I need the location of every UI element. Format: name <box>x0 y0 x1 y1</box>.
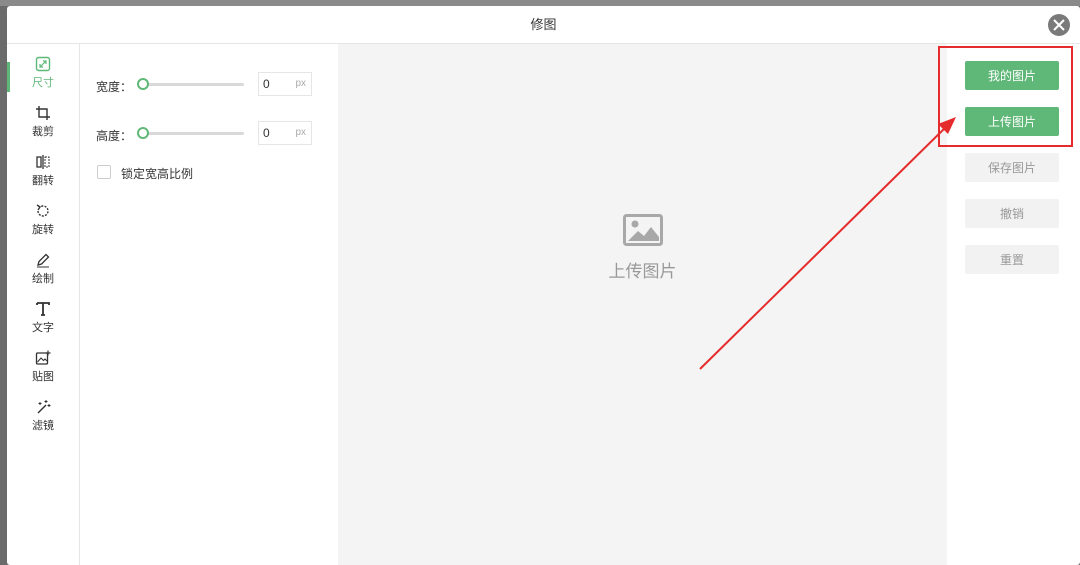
tool-label: 文字 <box>32 322 54 334</box>
tool-label: 滤镜 <box>32 420 54 432</box>
save-image-button[interactable]: 保存图片 <box>965 153 1059 182</box>
photo-edit-dialog: 修图 尺寸 裁剪 翻转 旋转 绘制 文字 贴图 滤镜 宽度： 0 px 高度： … <box>7 6 1080 565</box>
sticker-icon <box>35 350 51 365</box>
tool-filter[interactable]: 滤镜 <box>7 399 79 443</box>
tool-label: 翻转 <box>32 175 54 187</box>
tool-text[interactable]: 文字 <box>7 301 79 345</box>
height-label: 高度： <box>96 129 133 143</box>
dialog-titlebar: 修图 <box>7 6 1080 44</box>
image-canvas: 上传图片 <box>338 44 947 565</box>
tool-rotate[interactable]: 旋转 <box>7 203 79 247</box>
reset-button[interactable]: 重置 <box>965 245 1059 274</box>
lock-ratio-label: 锁定宽高比例 <box>121 167 194 181</box>
action-panel: 我的图片 上传图片 保存图片 撤销 重置 <box>948 44 1080 565</box>
filter-icon <box>37 400 51 414</box>
tool-crop[interactable]: 裁剪 <box>7 105 79 149</box>
width-label: 宽度： <box>96 80 133 94</box>
height-unit: px <box>295 127 306 138</box>
dialog-title: 修图 <box>530 17 557 32</box>
width-slider-track[interactable] <box>142 83 244 86</box>
close-dialog-button[interactable] <box>1048 14 1070 36</box>
resize-icon <box>35 56 51 72</box>
undo-button[interactable]: 撤销 <box>965 199 1059 228</box>
tool-label: 尺寸 <box>32 77 54 89</box>
tool-draw[interactable]: 绘制 <box>7 252 79 296</box>
width-input[interactable] <box>263 76 291 92</box>
height-field: px <box>258 121 312 145</box>
upload-placeholder-label: 上传图片 <box>608 262 677 281</box>
crop-icon <box>36 106 50 120</box>
tool-flip[interactable]: 翻转 <box>7 154 79 198</box>
width-slider-handle[interactable] <box>137 78 149 90</box>
tool-resize[interactable]: 尺寸 <box>7 56 79 100</box>
close-icon <box>1053 19 1065 31</box>
flip-icon <box>36 155 50 169</box>
lock-ratio-checkbox[interactable] <box>97 165 111 179</box>
height-slider-handle[interactable] <box>137 127 149 139</box>
width-unit: px <box>295 78 306 89</box>
image-icon <box>622 214 663 246</box>
upload-placeholder[interactable]: 上传图片 <box>338 214 947 282</box>
height-input[interactable] <box>263 125 291 141</box>
pencil-icon <box>37 253 50 268</box>
resize-panel: 宽度： px 高度： px 锁定宽高比例 <box>80 44 339 565</box>
tool-label: 裁剪 <box>32 126 54 138</box>
upload-image-button[interactable]: 上传图片 <box>965 107 1059 136</box>
tool-sticker[interactable]: 贴图 <box>7 350 79 394</box>
height-slider-track[interactable] <box>142 132 244 135</box>
text-icon <box>36 302 50 316</box>
my-images-button[interactable]: 我的图片 <box>965 61 1059 90</box>
tool-label: 旋转 <box>32 224 54 236</box>
tool-label: 贴图 <box>32 371 54 383</box>
tool-sidebar: 尺寸 裁剪 翻转 旋转 绘制 文字 贴图 滤镜 <box>7 44 80 565</box>
rotate-icon <box>36 204 49 217</box>
width-field: px <box>258 72 312 96</box>
tool-label: 绘制 <box>32 273 54 285</box>
